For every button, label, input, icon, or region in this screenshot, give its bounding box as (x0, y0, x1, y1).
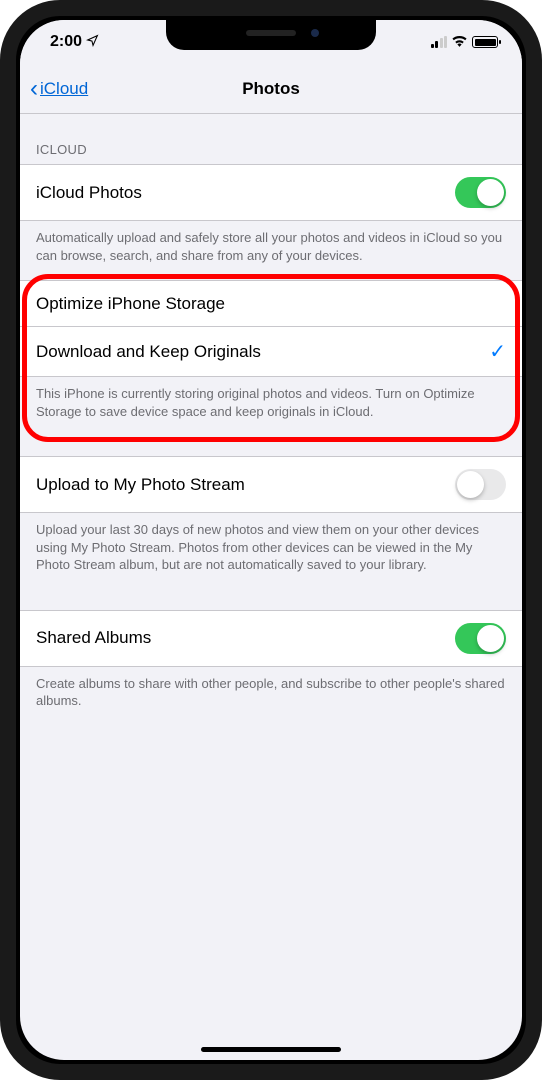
row-label: Upload to My Photo Stream (36, 475, 245, 495)
toggle-icloud-photos[interactable] (455, 177, 506, 208)
phone-frame: 2:00 ‹ iCloud Photos ICLOUD (0, 0, 542, 1080)
location-icon (86, 34, 99, 50)
battery-icon (472, 36, 498, 48)
screen: 2:00 ‹ iCloud Photos ICLOUD (20, 20, 522, 1060)
footer-icloud-photos: Automatically upload and safely store al… (20, 221, 522, 280)
row-label: iCloud Photos (36, 183, 142, 203)
footer-storage: This iPhone is currently storing origina… (20, 377, 522, 436)
toggle-photo-stream[interactable] (455, 469, 506, 500)
nav-bar: ‹ iCloud Photos (20, 64, 522, 114)
home-indicator[interactable] (201, 1047, 341, 1052)
back-label: iCloud (40, 79, 88, 99)
section-header-icloud: ICLOUD (20, 114, 522, 164)
back-button[interactable]: ‹ iCloud (30, 77, 88, 101)
row-photo-stream[interactable]: Upload to My Photo Stream (20, 456, 522, 513)
chevron-left-icon: ‹ (30, 77, 38, 101)
toggle-shared-albums[interactable] (455, 623, 506, 654)
row-label: Shared Albums (36, 628, 151, 648)
highlighted-storage-group: Optimize iPhone Storage Download and Kee… (28, 280, 514, 436)
cellular-icon (431, 36, 448, 48)
row-label: Optimize iPhone Storage (36, 294, 225, 314)
row-optimize-storage[interactable]: Optimize iPhone Storage (20, 280, 522, 327)
page-title: Photos (242, 79, 300, 99)
footer-shared-albums: Create albums to share with other people… (20, 667, 522, 726)
row-download-originals[interactable]: Download and Keep Originals ✓ (20, 327, 522, 377)
wifi-icon (451, 34, 468, 51)
row-label: Download and Keep Originals (36, 342, 261, 362)
settings-content: ICLOUD iCloud Photos Automatically uploa… (20, 114, 522, 726)
row-shared-albums[interactable]: Shared Albums (20, 610, 522, 667)
row-icloud-photos[interactable]: iCloud Photos (20, 164, 522, 221)
footer-photo-stream: Upload your last 30 days of new photos a… (20, 513, 522, 590)
checkmark-icon: ✓ (489, 339, 506, 364)
notch (166, 20, 376, 50)
status-time: 2:00 (50, 33, 82, 51)
